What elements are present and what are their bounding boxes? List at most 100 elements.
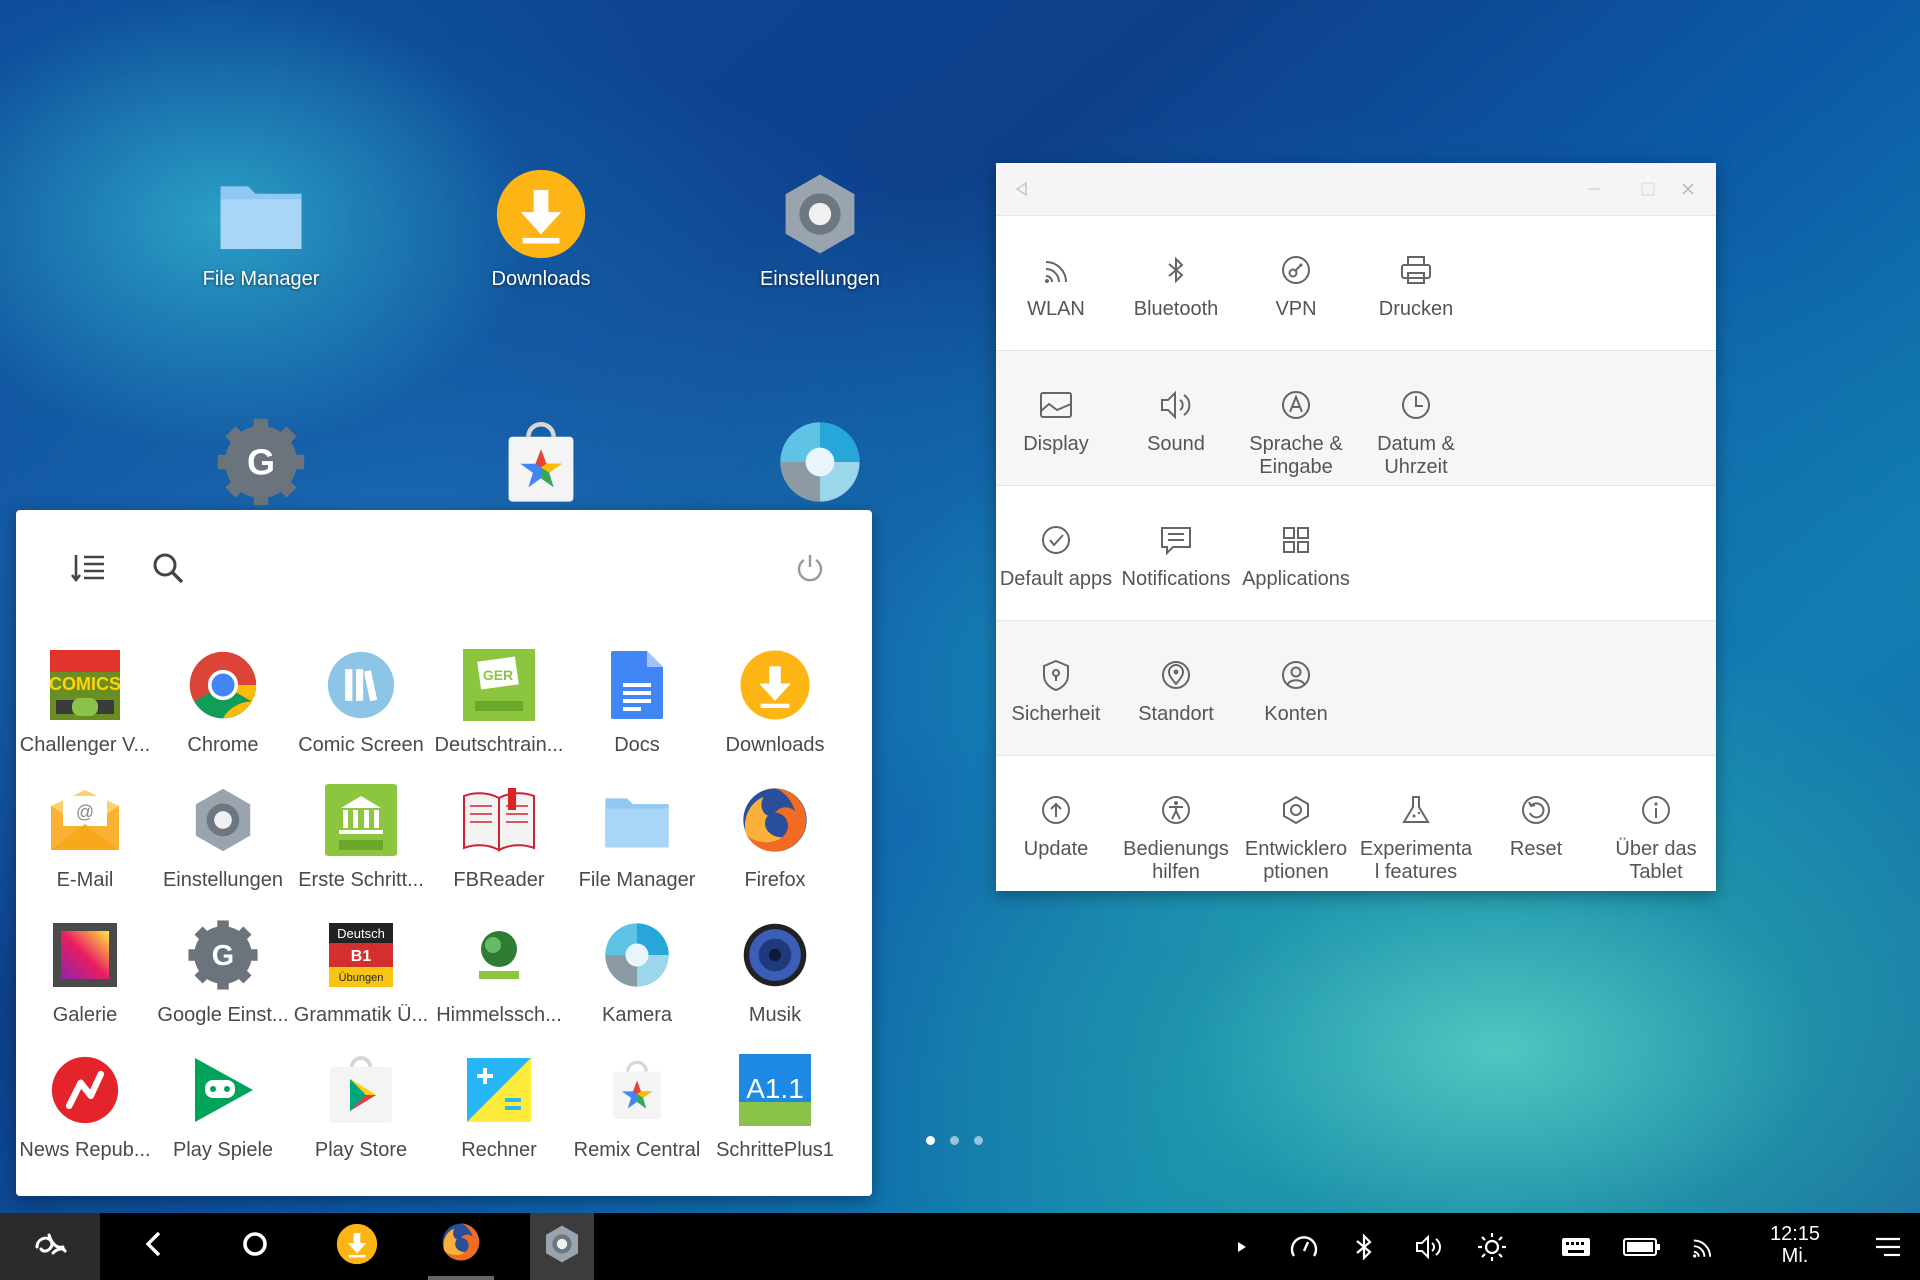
desktop-icon-remix-central[interactable]: [421, 416, 661, 508]
app-label: Musik: [748, 1004, 802, 1026]
sort-list-icon[interactable]: [64, 544, 112, 592]
settings-item-update[interactable]: Update: [996, 756, 1116, 891]
apps-grid-icon: [1278, 522, 1314, 558]
settings-item-label: Display: [1023, 433, 1089, 455]
desktop-icon-camera[interactable]: [700, 416, 940, 508]
desktop-icon-google-settings[interactable]: [141, 416, 381, 508]
settings-item-vpn[interactable]: VPN: [1236, 216, 1356, 351]
app-challenger-viewer[interactable]: COMICS Challenger V...: [16, 628, 154, 763]
desktop-icon-einstellungen[interactable]: Einstellungen: [700, 168, 940, 291]
settings-item-entwickleroptionen[interactable]: Entwicklero ptionen: [1236, 756, 1356, 891]
page-dot[interactable]: [950, 1136, 959, 1145]
info-icon: [1638, 792, 1674, 828]
app-file-manager[interactable]: File Manager: [568, 763, 706, 898]
taskbar-app-downloads[interactable]: [324, 1213, 390, 1280]
home-button[interactable]: [222, 1213, 288, 1280]
volume-icon[interactable]: [1408, 1213, 1452, 1280]
firefox-icon: [738, 783, 812, 857]
settings-item-applications[interactable]: Applications: [1236, 486, 1356, 621]
settings-item-sicherheit[interactable]: Sicherheit: [996, 621, 1116, 756]
bluetooth-icon[interactable]: [1342, 1213, 1386, 1280]
brightness-icon[interactable]: [1470, 1213, 1514, 1280]
settings-item-reset[interactable]: Reset: [1476, 756, 1596, 891]
settings-item-display[interactable]: Display: [996, 351, 1116, 486]
settings-item-konten[interactable]: Konten: [1236, 621, 1356, 756]
settings-item-standort[interactable]: Standort: [1116, 621, 1236, 756]
app-rechner[interactable]: Rechner: [430, 1033, 568, 1168]
display-icon: [1038, 387, 1074, 423]
close-icon[interactable]: [1672, 173, 1704, 205]
notifications-menu-icon[interactable]: [1866, 1213, 1910, 1280]
app-remix-central[interactable]: Remix Central: [568, 1033, 706, 1168]
app-downloads[interactable]: Downloads: [706, 628, 844, 763]
app-play-spiele[interactable]: Play Spiele: [154, 1033, 292, 1168]
settings-item-datum[interactable]: Datum & Uhrzeit: [1356, 351, 1476, 486]
start-button[interactable]: [0, 1213, 100, 1280]
clock[interactable]: 12:15 Mi.: [1740, 1223, 1850, 1267]
app-galerie[interactable]: Galerie: [16, 898, 154, 1033]
app-firefox[interactable]: Firefox: [706, 763, 844, 898]
deutschtrainer-icon: GER: [462, 648, 536, 722]
app-play-store[interactable]: Play Store: [292, 1033, 430, 1168]
settings-item-notifications[interactable]: Notifications: [1116, 486, 1236, 621]
settings-item-label: Datum & Uhrzeit: [1377, 433, 1455, 478]
settings-row-network: WLAN Bluetooth VPN Drucken: [996, 215, 1716, 350]
settings-item-ueber-das-tablet[interactable]: Über das Tablet: [1596, 756, 1716, 891]
app-einstellungen[interactable]: Einstellungen: [154, 763, 292, 898]
taskbar-app-firefox[interactable]: [428, 1213, 494, 1280]
back-button[interactable]: [120, 1213, 186, 1280]
settings-item-label: Update: [1023, 838, 1089, 860]
remix-central-icon: [495, 416, 587, 508]
settings-item-bluetooth[interactable]: Bluetooth: [1116, 216, 1236, 351]
desktop-icon-file-manager[interactable]: File Manager: [141, 168, 381, 291]
taskbar-app-einstellungen[interactable]: [530, 1213, 594, 1280]
app-himmelsschluessel[interactable]: Himmelssch...: [430, 898, 568, 1033]
settings-item-bedienungshilfen[interactable]: Bedienungs hilfen: [1116, 756, 1236, 891]
app-kamera[interactable]: Kamera: [568, 898, 706, 1033]
app-grammatik[interactable]: Deutsch B1 Übungen Grammatik Ü...: [292, 898, 430, 1033]
settings-item-label: Reset: [1509, 838, 1563, 860]
app-comic-screen[interactable]: Comic Screen: [292, 628, 430, 763]
app-schritteplus1[interactable]: A1.1 SchrittePlus1: [706, 1033, 844, 1168]
shield-icon: [1038, 657, 1074, 693]
keyboard-icon[interactable]: [1554, 1213, 1598, 1280]
app-erste-schritte[interactable]: Erste Schritt...: [292, 763, 430, 898]
desktop-icon-downloads[interactable]: Downloads: [421, 168, 661, 291]
wifi-icon[interactable]: [1680, 1213, 1724, 1280]
page-indicator[interactable]: [926, 1136, 983, 1145]
settings-item-experimental-features[interactable]: Experimenta l features: [1356, 756, 1476, 891]
app-chrome[interactable]: Chrome: [154, 628, 292, 763]
back-triangle-icon[interactable]: [1006, 173, 1038, 205]
page-dot[interactable]: [926, 1136, 935, 1145]
app-google-settings[interactable]: Google Einst...: [154, 898, 292, 1033]
battery-icon[interactable]: [1620, 1213, 1664, 1280]
clock-time: 12:15: [1769, 1223, 1821, 1245]
power-icon[interactable]: [786, 544, 834, 592]
settings-titlebar[interactable]: [996, 163, 1716, 215]
app-docs[interactable]: Docs: [568, 628, 706, 763]
app-news-republic[interactable]: News Repub...: [16, 1033, 154, 1168]
app-musik[interactable]: Musik: [706, 898, 844, 1033]
search-icon[interactable]: [144, 544, 192, 592]
page-dot[interactable]: [974, 1136, 983, 1145]
minimize-icon[interactable]: [1578, 173, 1610, 205]
app-fbreader[interactable]: FBReader: [430, 763, 568, 898]
gallery-icon: [48, 918, 122, 992]
settings-item-sound[interactable]: Sound: [1116, 351, 1236, 486]
settings-item-sprache[interactable]: Sprache & Eingabe: [1236, 351, 1356, 486]
expand-arrow-icon[interactable]: [1220, 1213, 1264, 1280]
settings-item-wlan[interactable]: WLAN: [996, 216, 1116, 351]
settings-item-label: Sound: [1147, 433, 1205, 455]
settings-item-drucken[interactable]: Drucken: [1356, 216, 1476, 351]
app-email[interactable]: @ E-Mail: [16, 763, 154, 898]
app-label: Grammatik Ü...: [293, 1004, 429, 1026]
download-icon: [738, 648, 812, 722]
google-settings-icon: [215, 416, 307, 508]
app-deutschtrainer[interactable]: GER Deutschtrain...: [430, 628, 568, 763]
desktop-icon-label: File Manager: [202, 268, 320, 290]
speed-icon[interactable]: [1282, 1213, 1326, 1280]
globe-icon: [462, 918, 536, 992]
book-icon: [462, 783, 536, 857]
settings-item-default-apps[interactable]: Default apps: [996, 486, 1116, 621]
maximize-icon[interactable]: [1632, 173, 1664, 205]
